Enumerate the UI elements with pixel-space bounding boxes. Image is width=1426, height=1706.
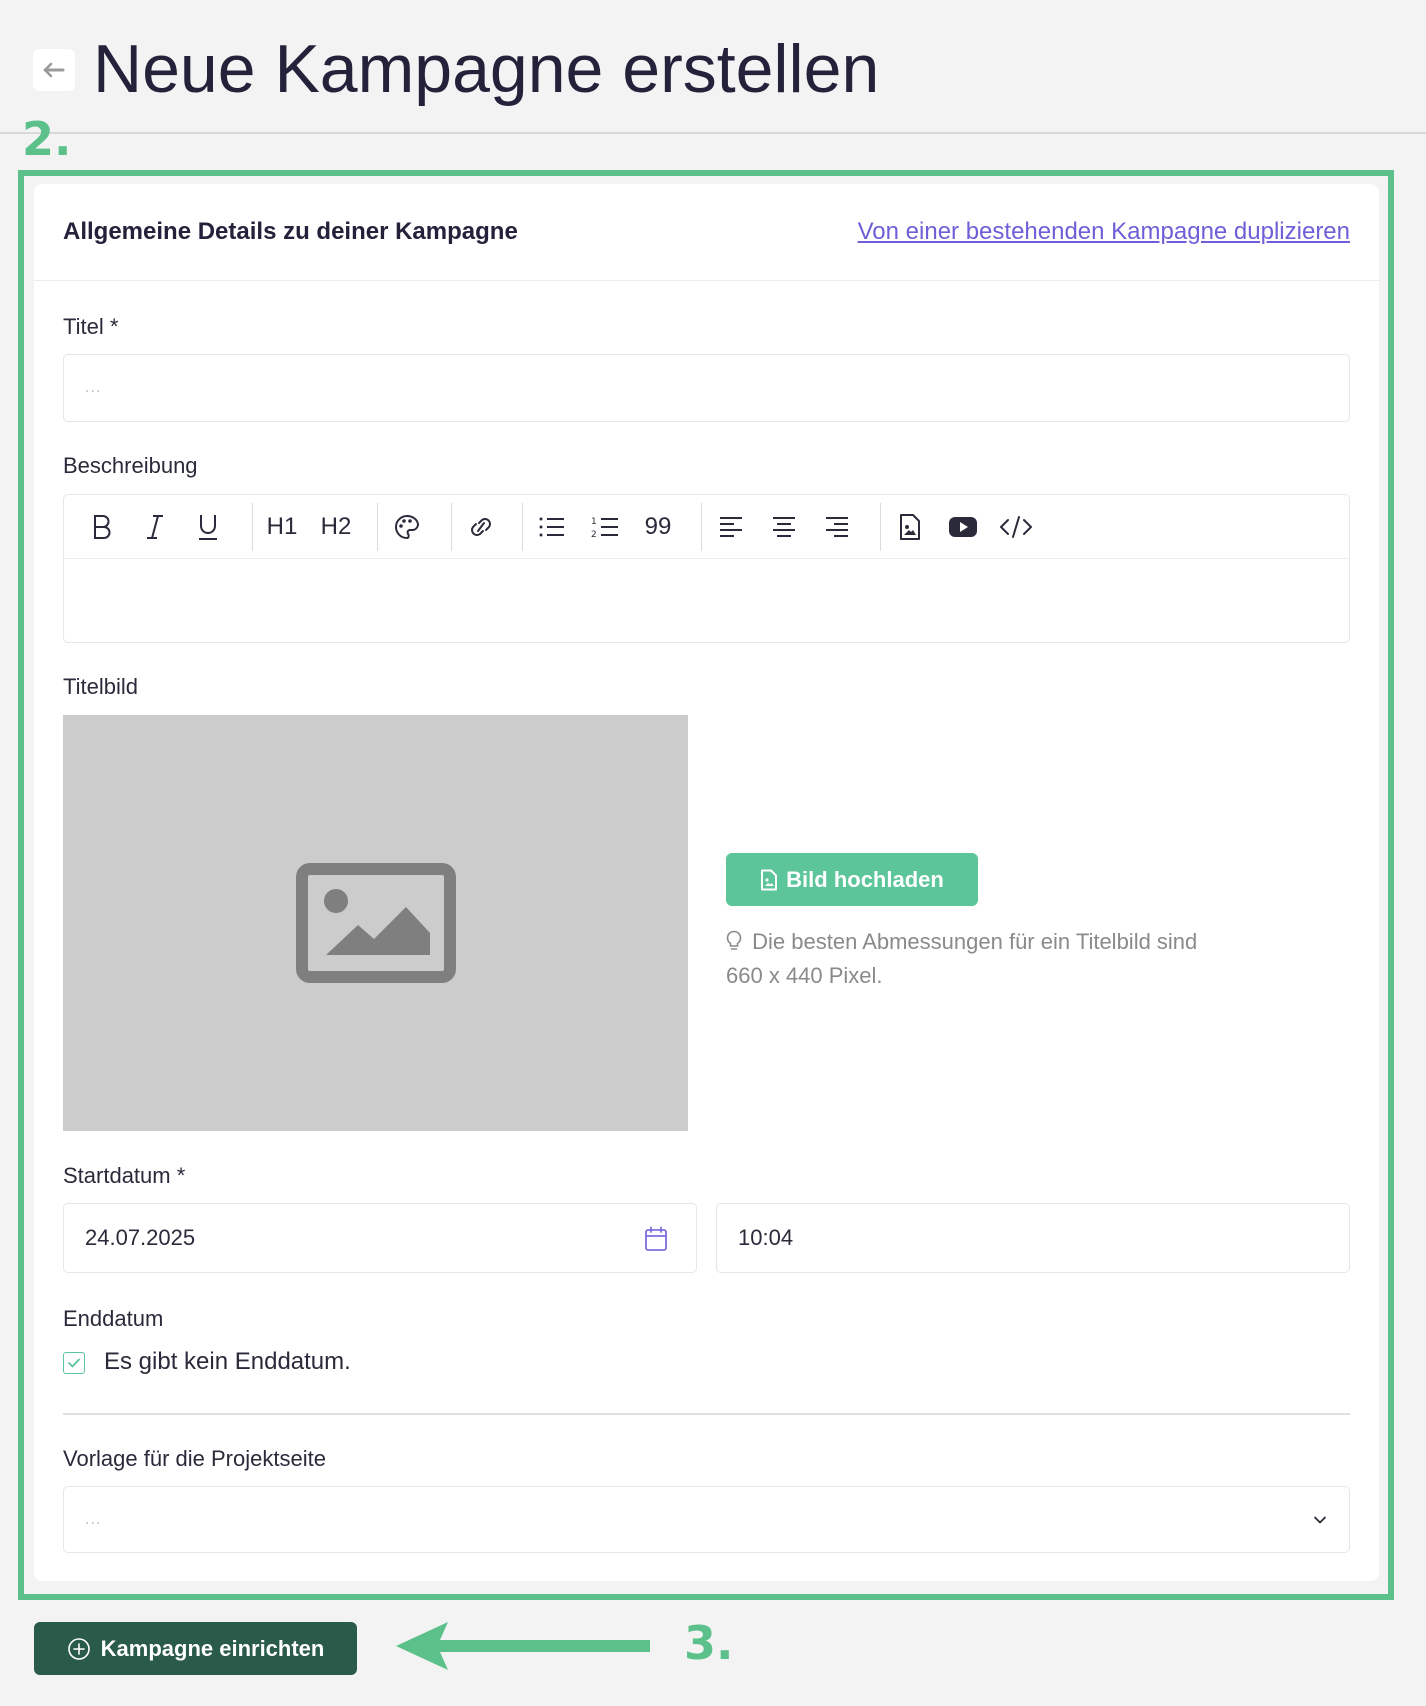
underline-icon: [199, 515, 217, 540]
annotation-step-2: 2.: [22, 112, 72, 166]
upload-image-label: Bild hochladen: [786, 866, 944, 892]
calendar-icon[interactable]: [644, 1226, 668, 1252]
heading2-label: H2: [320, 513, 352, 540]
toolbar-separator: [880, 503, 881, 551]
align-right-button[interactable]: [815, 505, 859, 549]
cover-image-hint: Die besten Abmessungen für ein Titelbild…: [726, 925, 1246, 993]
template-label: Vorlage für die Projektseite: [63, 1446, 326, 1471]
align-center-icon: [773, 517, 795, 537]
align-center-button[interactable]: [762, 505, 806, 549]
back-button[interactable]: [33, 49, 75, 91]
heading2-button[interactable]: H2: [314, 505, 358, 549]
italic-icon: [147, 515, 163, 539]
youtube-icon: [949, 517, 977, 537]
title-placeholder: ...: [85, 379, 102, 396]
toolbar-separator: [252, 503, 253, 551]
toolbar-separator: [522, 503, 523, 551]
start-date-label: Startdatum *: [63, 1163, 186, 1188]
create-campaign-button[interactable]: Kampagne einrichten: [34, 1622, 357, 1675]
no-end-date-label[interactable]: Es gibt kein Enddatum.: [104, 1348, 351, 1376]
end-date-label: Enddatum: [63, 1306, 164, 1331]
heading1-button[interactable]: H1: [260, 505, 304, 549]
plus-circle-icon: [67, 1637, 90, 1660]
start-date-input[interactable]: 24.07.2025: [63, 1203, 697, 1273]
palette-icon: [395, 514, 420, 540]
card-title: Allgemeine Details zu deiner Kampagne: [63, 218, 518, 245]
bold-icon: [94, 515, 111, 539]
duplicate-campaign-link[interactable]: Von einer bestehenden Kampagne duplizier…: [858, 218, 1350, 246]
code-button[interactable]: [994, 505, 1038, 549]
heading1-label: H1: [266, 513, 298, 540]
numbered-list-icon: 12: [591, 517, 618, 540]
bold-button[interactable]: [80, 505, 124, 549]
start-time-value: 10:04: [738, 1225, 794, 1250]
arrow-left-icon: [43, 62, 65, 78]
underline-button[interactable]: [186, 505, 230, 549]
description-text-area[interactable]: [64, 559, 1349, 643]
toolbar-separator: [377, 503, 378, 551]
image-file-icon: [761, 869, 778, 890]
upload-image-button[interactable]: Bild hochladen: [726, 853, 978, 906]
title-divider: [0, 132, 1426, 134]
numbered-list-button[interactable]: 12: [583, 505, 627, 549]
toolbar-separator: [701, 503, 702, 551]
editor-toolbar: H1 H2 12 99: [64, 495, 1349, 559]
template-select[interactable]: ...: [63, 1486, 1350, 1553]
card-header: Allgemeine Details zu deiner Kampagne Vo…: [34, 184, 1379, 281]
annotation-step-3: 3.: [684, 1616, 734, 1670]
hint-text-line1: Die besten Abmessungen für ein Titelbild…: [752, 929, 1198, 954]
link-button[interactable]: [459, 505, 503, 549]
lightbulb-icon: [726, 930, 742, 950]
title-label: Titel *: [63, 314, 119, 339]
insert-image-button[interactable]: [888, 505, 932, 549]
align-left-icon: [720, 517, 742, 537]
campaign-details-card: Allgemeine Details zu deiner Kampagne Vo…: [34, 184, 1379, 1581]
page-title: Neue Kampagne erstellen: [93, 31, 880, 107]
chevron-down-icon: [1314, 1516, 1326, 1524]
checkmark-icon: [68, 1358, 80, 1368]
color-button[interactable]: [385, 505, 429, 549]
svg-text:1: 1: [591, 517, 597, 527]
no-end-date-checkbox[interactable]: [63, 1352, 85, 1374]
annotation-arrow-icon: [396, 1622, 650, 1670]
toolbar-separator: [451, 503, 452, 551]
hint-text-line2: 660 x 440 Pixel.: [726, 963, 883, 988]
description-label: Beschreibung: [63, 453, 198, 478]
section-divider: [63, 1413, 1350, 1415]
description-editor: H1 H2 12 99: [63, 494, 1350, 643]
align-right-icon: [826, 517, 848, 537]
start-time-input[interactable]: 10:04: [716, 1203, 1350, 1273]
align-left-button[interactable]: [709, 505, 753, 549]
template-placeholder: ...: [85, 1510, 102, 1528]
bullet-list-button[interactable]: [530, 505, 574, 549]
title-input[interactable]: ...: [63, 354, 1350, 422]
cover-image-label: Titelbild: [63, 674, 138, 699]
quote-icon: 99: [644, 513, 672, 540]
insert-video-button[interactable]: [941, 505, 985, 549]
italic-button[interactable]: [133, 505, 177, 549]
create-campaign-label: Kampagne einrichten: [100, 1635, 325, 1661]
start-date-value: 24.07.2025: [85, 1225, 196, 1250]
svg-text:2: 2: [591, 530, 597, 540]
image-file-icon: [900, 514, 920, 540]
bullet-list-icon: [539, 517, 564, 537]
quote-button[interactable]: 99: [636, 505, 680, 549]
code-icon: [1000, 516, 1032, 538]
image-placeholder-icon: [295, 863, 456, 983]
link-icon: [471, 518, 491, 536]
cover-image-preview: [63, 715, 688, 1131]
